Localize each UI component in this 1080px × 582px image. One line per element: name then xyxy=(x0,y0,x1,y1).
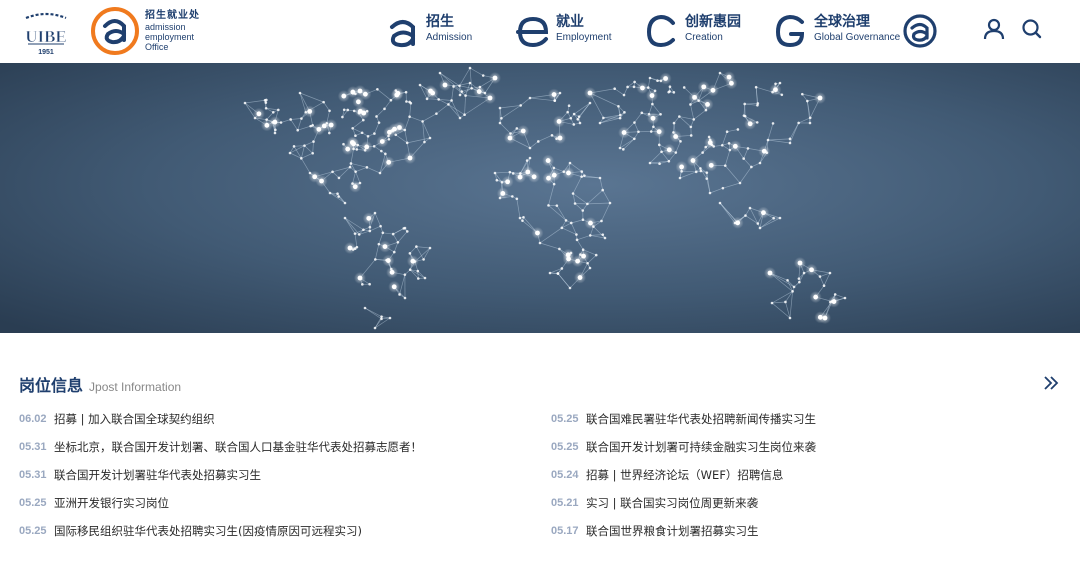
nav-creation-label: 创新惠园 xyxy=(685,14,741,30)
user-icon[interactable] xyxy=(981,16,1007,42)
jobs-list-left: 06.02 招募 | 加入联合国全球契约组织 05.31 坐标北京，联合国开发计… xyxy=(19,405,519,545)
jobs-list-right: 05.25 联合国难民署驻华代表处招聘新闻传播实习生 05.25 联合国开发计划… xyxy=(551,405,1051,545)
office-name-cn: 招生就业处 xyxy=(145,10,200,21)
double-chevron-right-icon[interactable] xyxy=(1040,374,1062,392)
office-name-en-3: Office xyxy=(145,42,169,52)
job-date: 06.02 xyxy=(19,413,47,425)
job-title[interactable]: 招募 | 世界经济论坛（WEF）招聘信息 xyxy=(586,467,783,483)
job-item[interactable]: 05.17 联合国世界粮食计划署招募实习生 xyxy=(551,517,1051,545)
job-date: 05.24 xyxy=(551,469,579,481)
job-item[interactable]: 05.21 实习 | 联合国实习岗位周更新来袭 xyxy=(551,489,1051,517)
job-item[interactable]: 06.02 招募 | 加入联合国全球契约组织 xyxy=(19,405,519,433)
job-item[interactable]: 05.25 国际移民组织驻华代表处招聘实习生(因疫情原因可远程实习) xyxy=(19,517,519,545)
jobs-title-en: Jpost Information xyxy=(89,380,182,394)
nav-global-governance-sub: Global Governance xyxy=(814,32,901,43)
swirl-logo-icon[interactable] xyxy=(902,13,938,49)
job-date: 05.17 xyxy=(551,525,579,537)
nav-admission[interactable]: 招生 Admission xyxy=(385,10,485,52)
job-date: 05.21 xyxy=(551,497,579,509)
job-item[interactable]: 05.25 联合国难民署驻华代表处招聘新闻传播实习生 xyxy=(551,405,1051,433)
job-title[interactable]: 亚洲开发银行实习岗位 xyxy=(54,495,169,511)
job-date: 05.25 xyxy=(551,441,579,453)
nav-creation-sub: Creation xyxy=(685,32,723,43)
uibe-logo[interactable]: UIBE 1951 xyxy=(20,8,72,56)
job-date: 05.31 xyxy=(19,441,47,453)
site-header: UIBE 1951 招生就业处 admission employment Off… xyxy=(0,0,1080,63)
job-item[interactable]: 05.31 联合国开发计划署驻华代表处招募实习生 xyxy=(19,461,519,489)
e-letter-icon xyxy=(516,16,549,48)
job-item[interactable]: 05.31 坐标北京，联合国开发计划署、联合国人口基金驻华代表处招募志愿者！ xyxy=(19,433,519,461)
nav-employment-label: 就业 xyxy=(556,14,584,30)
svg-text:UIBE: UIBE xyxy=(25,27,67,46)
search-icon[interactable] xyxy=(1019,16,1045,42)
founding-year: 1951 xyxy=(38,49,54,56)
job-item[interactable]: 05.25 联合国开发计划署可持续金融实习生岗位来袭 xyxy=(551,433,1051,461)
job-title[interactable]: 联合国开发计划署可持续金融实习生岗位来袭 xyxy=(586,439,816,455)
job-title[interactable]: 招募 | 加入联合国全球契约组织 xyxy=(54,411,215,427)
nav-global-governance-label: 全球治理 xyxy=(814,14,870,30)
job-date: 05.25 xyxy=(19,525,47,537)
c-letter-icon xyxy=(646,14,675,48)
office-name-en-2: employment xyxy=(145,32,195,42)
nav-admission-label: 招生 xyxy=(426,14,454,30)
jobs-title-cn: 岗位信息 xyxy=(19,376,84,395)
office-logo[interactable] xyxy=(90,6,140,56)
job-title[interactable]: 联合国难民署驻华代表处招聘新闻传播实习生 xyxy=(586,411,816,427)
office-name: 招生就业处 admission employment Office xyxy=(145,10,200,52)
nav-employment[interactable]: 就业 Employment xyxy=(515,10,625,52)
nav-admission-sub: Admission xyxy=(426,32,473,43)
job-title[interactable]: 坐标北京，联合国开发计划署、联合国人口基金驻华代表处招募志愿者！ xyxy=(54,439,422,455)
network-world-map xyxy=(0,63,1080,333)
world-map-banner xyxy=(0,63,1080,333)
a-letter-icon xyxy=(390,20,415,48)
job-title[interactable]: 联合国开发计划署驻华代表处招募实习生 xyxy=(54,467,261,483)
job-title[interactable]: 国际移民组织驻华代表处招聘实习生(因疫情原因可远程实习) xyxy=(54,523,362,539)
job-date: 05.31 xyxy=(19,469,47,481)
nav-employment-sub: Employment xyxy=(556,32,612,43)
jobs-section-title: 岗位信息 Jpost Information xyxy=(19,372,181,396)
job-date: 05.25 xyxy=(551,413,579,425)
nav-creation[interactable]: 创新惠园 Creation xyxy=(644,10,754,52)
office-name-en-1: admission xyxy=(145,22,186,32)
job-title[interactable]: 实习 | 联合国实习岗位周更新来袭 xyxy=(586,495,758,511)
g-letter-icon xyxy=(775,14,805,48)
job-item[interactable]: 05.25 亚洲开发银行实习岗位 xyxy=(19,489,519,517)
nav-global-governance[interactable]: 全球治理 Global Governance xyxy=(773,10,903,52)
job-item[interactable]: 05.24 招募 | 世界经济论坛（WEF）招聘信息 xyxy=(551,461,1051,489)
job-date: 05.25 xyxy=(19,497,47,509)
job-title[interactable]: 联合国世界粮食计划署招募实习生 xyxy=(586,523,759,539)
